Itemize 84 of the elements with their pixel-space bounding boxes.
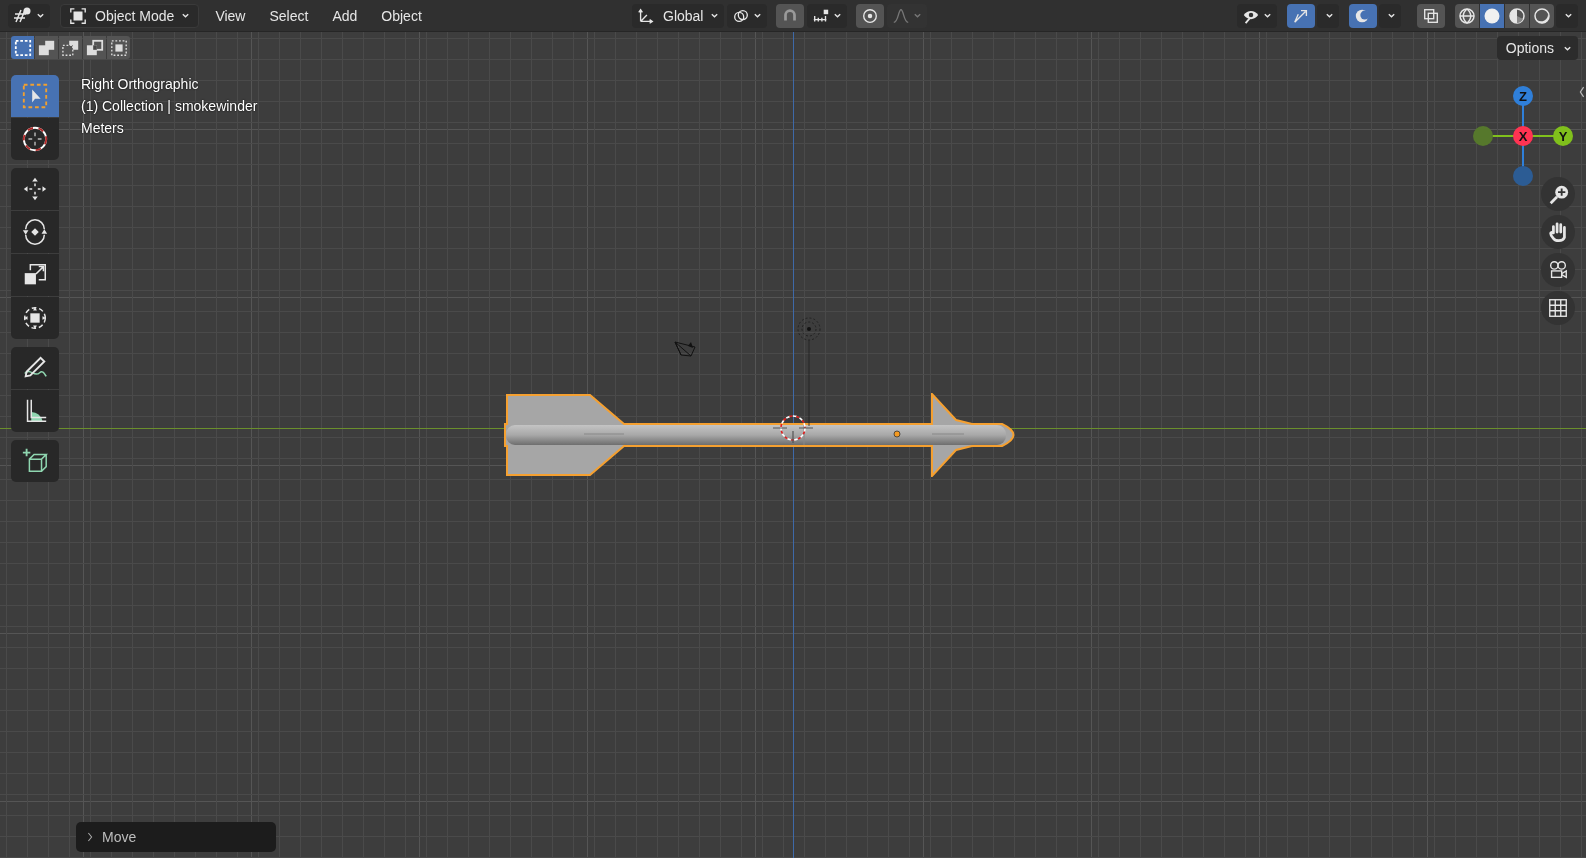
snap-target-dropdown[interactable] bbox=[807, 3, 848, 28]
selection-mode-button[interactable] bbox=[83, 36, 106, 59]
viewport-info-text: Right Orthographic bbox=[81, 75, 200, 93]
mode-dropdown[interactable]: Object Mode bbox=[60, 3, 200, 28]
caret-icon bbox=[1564, 11, 1573, 20]
transform-icon bbox=[21, 304, 49, 332]
tool-button[interactable] bbox=[11, 118, 59, 160]
move-arrows-icon bbox=[21, 175, 49, 203]
movie-camera-icon bbox=[1547, 259, 1569, 281]
select-box-icon bbox=[21, 82, 49, 110]
add-cube-icon bbox=[21, 447, 49, 475]
visibility-dropdown[interactable] bbox=[1237, 3, 1277, 28]
camera-icon bbox=[674, 340, 698, 358]
navigation-button[interactable] bbox=[1541, 291, 1575, 325]
menu-item[interactable]: Select bbox=[261, 3, 317, 28]
tool-button[interactable] bbox=[11, 254, 59, 296]
selection-mode-icon bbox=[109, 38, 128, 57]
menu-item[interactable]: View bbox=[207, 3, 254, 28]
selection-mode-icon bbox=[85, 38, 104, 57]
collapse-chevron-icon bbox=[1578, 84, 1586, 100]
rotate-arrows-icon bbox=[21, 218, 49, 246]
last-operator-panel[interactable]: Move bbox=[76, 822, 276, 852]
xray-squares-icon bbox=[1422, 6, 1440, 25]
axis-ball[interactable]: Y bbox=[1553, 126, 1573, 146]
tool-button[interactable] bbox=[11, 211, 59, 253]
caret-icon bbox=[1263, 11, 1272, 20]
viewport[interactable]: Options Right Orthographic (1) Collection | smokewinder Meters Z X Y Move bbox=[0, 32, 1586, 858]
selection-mode-button[interactable] bbox=[11, 36, 34, 59]
magnifier-icon bbox=[1547, 183, 1569, 205]
falloff-curve-icon bbox=[892, 6, 911, 25]
axes-icon bbox=[637, 6, 655, 25]
proportional-icon bbox=[861, 6, 880, 25]
tool-button[interactable] bbox=[11, 297, 59, 339]
grid-icon bbox=[1547, 297, 1569, 319]
origin-dot bbox=[893, 430, 901, 438]
axis-ball[interactable]: Z bbox=[1513, 86, 1533, 106]
pivot-point-dropdown[interactable] bbox=[727, 3, 768, 28]
tool-button[interactable] bbox=[11, 390, 59, 432]
overlays-toggle[interactable] bbox=[1349, 3, 1377, 28]
shading-button[interactable] bbox=[1505, 3, 1529, 28]
navigation-button[interactable] bbox=[1541, 215, 1575, 249]
selection-mode-button[interactable] bbox=[59, 36, 82, 59]
selection-mode-icon bbox=[61, 38, 80, 57]
menu-item[interactable]: Add bbox=[324, 3, 366, 28]
selection-mode-icon bbox=[13, 38, 32, 57]
editor-type-button[interactable] bbox=[8, 3, 50, 28]
selection-mode-icon bbox=[37, 38, 56, 57]
shading-button[interactable] bbox=[1480, 3, 1504, 28]
viewport-info-text: Meters bbox=[81, 119, 125, 137]
tool-button[interactable] bbox=[11, 347, 59, 389]
expand-chevron-icon bbox=[86, 830, 94, 844]
caret-icon bbox=[36, 11, 45, 20]
caret-icon bbox=[913, 11, 923, 20]
shading-button[interactable] bbox=[1455, 3, 1479, 28]
caret-icon bbox=[710, 11, 720, 20]
navigation-button[interactable] bbox=[1541, 177, 1575, 211]
navigation-button[interactable] bbox=[1541, 253, 1575, 287]
light-icon bbox=[796, 316, 822, 426]
gizmo-toggle[interactable] bbox=[1287, 3, 1315, 28]
axis-ball[interactable]: X bbox=[1513, 126, 1533, 146]
selection-mode-button[interactable] bbox=[35, 36, 58, 59]
selection-mode-button[interactable] bbox=[107, 36, 130, 59]
menu-item[interactable]: Object bbox=[373, 3, 430, 28]
hand-icon bbox=[1547, 221, 1569, 243]
tool-button[interactable] bbox=[11, 440, 59, 482]
tool-button[interactable] bbox=[11, 168, 59, 210]
caret-icon bbox=[181, 11, 191, 20]
caret-icon bbox=[1387, 11, 1396, 20]
shading-button[interactable] bbox=[1530, 3, 1554, 28]
half-shaded-sphere-icon bbox=[1507, 5, 1527, 26]
object-mode-icon bbox=[69, 6, 87, 25]
3d-cursor-icon bbox=[773, 413, 813, 443]
xray-toggle[interactable] bbox=[1417, 3, 1445, 28]
orientation-dropdown[interactable]: Global bbox=[632, 3, 725, 28]
wireframe-sphere-icon bbox=[1457, 5, 1477, 26]
viewport-info-text: (1) Collection | smokewinder bbox=[81, 97, 258, 115]
caret-icon bbox=[1325, 11, 1334, 20]
options-dropdown[interactable]: Options bbox=[1496, 36, 1578, 60]
caret-icon bbox=[753, 11, 763, 20]
proportional-editing-toggle[interactable] bbox=[856, 3, 885, 28]
crescent-sphere-icon bbox=[1532, 5, 1552, 26]
cursor-crosshair-icon bbox=[21, 125, 49, 153]
snap-toggle[interactable] bbox=[776, 3, 805, 28]
caret-icon bbox=[833, 11, 843, 20]
